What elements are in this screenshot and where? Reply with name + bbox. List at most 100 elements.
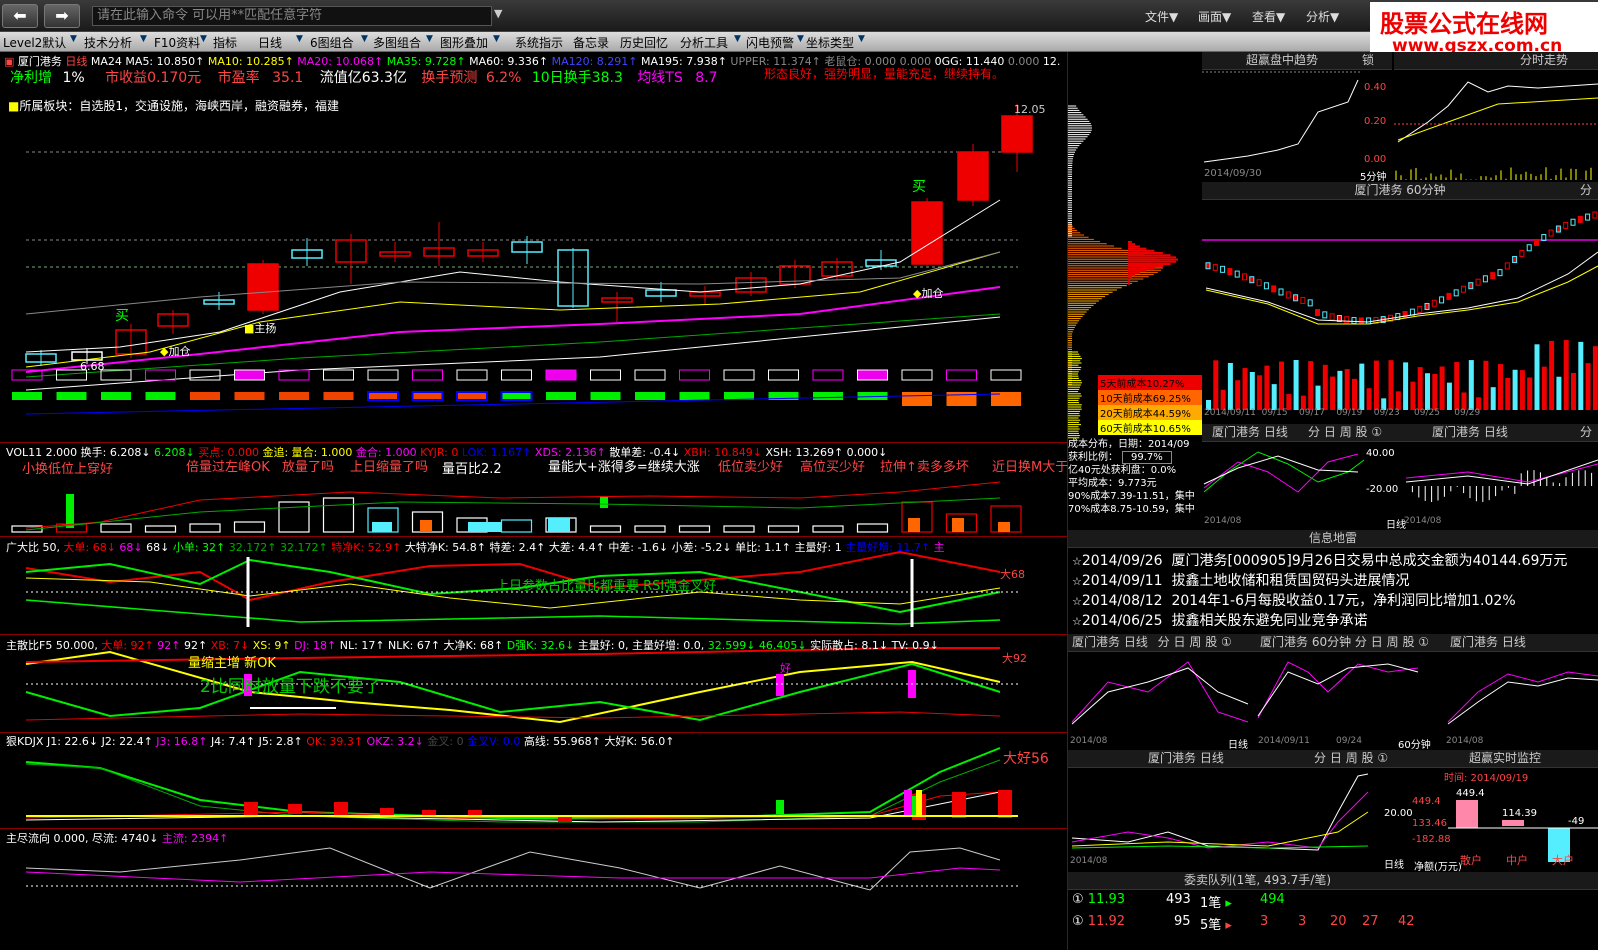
info-item: 市盈率	[218, 70, 260, 86]
panel-header[interactable]: 厦门港务 60分钟分	[1202, 182, 1598, 200]
candle-body	[1527, 245, 1531, 251]
news-item[interactable]: ☆2014/08/12 2014年1-6月每股收益0.17元，净利润同比增加1.…	[1072, 590, 1516, 610]
back-button[interactable]: ⬅	[2, 4, 38, 28]
panel-header[interactable]: 超赢盘中趋势	[1202, 52, 1362, 70]
back-arrow-icon: ⬅	[13, 6, 26, 25]
volume-bar	[724, 526, 754, 532]
news-item[interactable]: ☆2014/09/11 拔鑫土地收储和租赁国贸码头进展情况	[1072, 570, 1409, 590]
dropdown-icon[interactable]: ▼	[493, 34, 503, 44]
dropdown-arrow-icon[interactable]: ▼	[494, 7, 502, 20]
volume-bar	[591, 526, 621, 532]
tb-6combo[interactable]: 6图组合	[310, 34, 354, 51]
strength-bar	[502, 392, 532, 400]
news-item[interactable]: ☆2014/09/26 厦门港务[000905]9月26日交易中总成交金额为40…	[1072, 550, 1567, 570]
dropdown-icon[interactable]: ▼	[296, 34, 306, 44]
x-label: 日线	[1386, 516, 1406, 531]
lock-button[interactable]: 锁	[1362, 52, 1392, 70]
right-panel: 5天前成本10.27% 10天前成本69.25% 20天前成本44.59% 60…	[1068, 52, 1598, 950]
tb-multi[interactable]: 多图组合	[373, 34, 421, 51]
info-item: 35.1	[272, 70, 303, 86]
volume-bar	[1250, 372, 1255, 410]
tb-overlay[interactable]: 图形叠加	[440, 34, 488, 51]
tb-index[interactable]: 指标	[213, 34, 237, 51]
candle-body	[1425, 303, 1429, 309]
info-item: 8.7	[695, 70, 717, 86]
volume-bar	[1213, 360, 1218, 410]
zjl-line2	[26, 868, 1000, 882]
x-label: 大户	[1552, 852, 1574, 868]
volume-bar	[1505, 378, 1510, 410]
tb-history[interactable]: 历史回忆	[620, 34, 668, 51]
tb-f10[interactable]: F10资料	[154, 34, 200, 51]
signal-box	[146, 370, 176, 380]
queue-row[interactable]: ① 11.93	[1072, 892, 1125, 907]
signal-box	[991, 370, 1021, 380]
chip-info-line: 平均成本：9.773元	[1068, 477, 1202, 490]
queue-row[interactable]: ① 11.92	[1072, 914, 1125, 929]
panel-header[interactable]: 分时走势	[1394, 52, 1598, 70]
sector-text: 所属板块：自选股1，交通设施，海峡西岸，融资融券，福建	[19, 99, 339, 113]
dropdown-icon[interactable]: ▼	[70, 34, 80, 44]
tb-axis[interactable]: 坐标类型	[806, 34, 854, 51]
signal-box	[413, 370, 443, 380]
tb-daily[interactable]: 日线	[258, 34, 282, 51]
panel-header[interactable]: 厦门港务 日线分 日 周 股 ①	[1068, 750, 1412, 768]
dropdown-icon[interactable]: ▼	[426, 34, 436, 44]
tb-alert[interactable]: 闪电预警	[746, 34, 794, 51]
volume-bar	[1316, 386, 1321, 410]
signal-box	[502, 370, 532, 380]
volume-mark	[600, 496, 608, 508]
panel-header[interactable]: 厦门港务 日线 分 日 周 股 ①	[1068, 634, 1256, 652]
tb-tools[interactable]: 分析工具	[680, 34, 728, 51]
panel-header[interactable]: 超赢实时监控	[1412, 750, 1598, 768]
panel-header[interactable]: 厦门港务 日线分	[1402, 424, 1598, 442]
candle-body	[1483, 276, 1487, 282]
chip-info-line: 亿40元处获利盘：0.0%	[1068, 464, 1202, 477]
volume-bar	[1243, 368, 1248, 410]
x-axis-labels: 2014/09/11 09/15 09/17 09/19 09/23 09/25…	[1204, 408, 1480, 418]
main-chart-area[interactable]: ▣ 厦门港务 日线 MA24 MA5: 10.850↑ MA10: 10.285…	[0, 52, 1068, 950]
menu-view[interactable]: 查看▼	[1252, 8, 1285, 25]
x-label: 2014/09/30	[1204, 168, 1262, 179]
candle-body	[1323, 312, 1327, 318]
panel-header[interactable]: 厦门港务 日线分 日 周 股 ①	[1202, 424, 1402, 442]
tb-memo[interactable]: 备忘录	[573, 34, 609, 51]
divider	[0, 634, 1068, 635]
candle-body	[1279, 289, 1283, 295]
signal-box	[947, 370, 977, 380]
strength-bar	[591, 392, 621, 400]
menu-screen[interactable]: 画面▼	[1198, 8, 1231, 25]
signal-box	[858, 370, 888, 380]
candle-body	[1586, 214, 1590, 220]
panel-header[interactable]: 厦门港务 60分钟 分 日 周 股 ①	[1256, 634, 1444, 652]
kdj-bar	[998, 790, 1012, 818]
candle-body	[1301, 297, 1305, 303]
monitor-value: 449.4	[1456, 788, 1485, 799]
tb-tech[interactable]: 技术分析	[84, 34, 132, 51]
dropdown-icon[interactable]: ▼	[858, 34, 868, 44]
tab-group[interactable]: 分 日 周 股 ①	[1308, 424, 1382, 441]
menu-analysis[interactable]: 分析▼	[1306, 8, 1339, 25]
kdj-bar	[288, 804, 302, 814]
volume-bar	[1308, 361, 1313, 410]
volume-bar	[858, 524, 888, 532]
candle-body	[1564, 222, 1568, 228]
panel-header[interactable]: 厦门港务 日线	[1444, 634, 1598, 652]
menu-file[interactable]: 文件▼	[1145, 8, 1178, 25]
command-input[interactable]: 请在此输入命令 可以用**匹配任意字符	[92, 6, 492, 26]
tb-sys[interactable]: 系统指示	[515, 34, 563, 51]
dropdown-icon[interactable]: ▼	[140, 34, 150, 44]
panel-header[interactable]: 信息地雷	[1068, 530, 1598, 548]
news-item[interactable]: ☆2014/06/25 拔鑫相关股东避免同业竞争承诺	[1072, 610, 1367, 630]
dropdown-icon[interactable]: ▼	[200, 34, 210, 44]
chart-canvas[interactable]	[0, 52, 1068, 950]
y-label: 40.00	[1366, 448, 1395, 459]
dropdown-icon[interactable]: ▼	[734, 34, 744, 44]
chip-label: 60天前成本10.65%	[1098, 420, 1202, 435]
dropdown-icon[interactable]: ▼	[361, 34, 371, 44]
forward-button[interactable]: ➡	[44, 4, 80, 28]
x-label: 5分钟	[1360, 168, 1386, 183]
tab-group[interactable]: 分 日 周 股 ①	[1314, 750, 1388, 767]
y-label: 0.00	[1364, 154, 1386, 165]
tb-level2[interactable]: Level2默认	[3, 34, 66, 51]
